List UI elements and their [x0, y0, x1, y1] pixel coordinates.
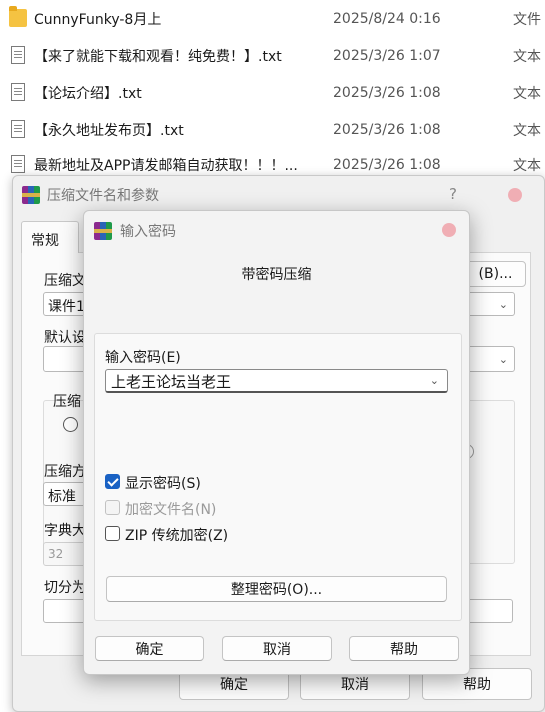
format-radio[interactable] [63, 417, 78, 432]
dialog-title: 输入密码 [120, 224, 176, 240]
file-type: 文本 [513, 157, 541, 174]
file-date: 2025/3/26 1:08 [333, 156, 441, 173]
file-date: 2025/3/26 1:08 [333, 121, 441, 138]
zip-legacy-label[interactable]: ZIP 传统加密(Z) [125, 525, 228, 545]
archive-name-value: 课件1 [48, 299, 85, 315]
enter-password-dialog: 输入密码 带密码压缩 输入密码(E) 上老王论坛当老王 ⌄ 显示密码(S) 加密… [83, 210, 470, 675]
file-type: 文本 [513, 48, 541, 65]
ok-button[interactable]: 确定 [95, 636, 204, 661]
browse-button[interactable]: (B)... [465, 261, 526, 287]
close-icon[interactable] [508, 188, 522, 202]
close-icon[interactable] [442, 223, 456, 237]
password-input[interactable]: 上老王论坛当老王 ⌄ [105, 369, 448, 393]
format-label: 压缩 [53, 394, 81, 410]
text-file-icon [11, 155, 25, 173]
file-date: 2025/8/24 0:16 [333, 10, 441, 27]
file-date: 2025/3/26 1:08 [333, 84, 441, 101]
default-profile-label: 默认设 [44, 330, 86, 346]
file-row[interactable]: 【来了就能下载和观看！纯免费！】.txt 2025/3/26 1:07 文本 [0, 37, 545, 74]
winrar-icon [22, 186, 40, 204]
cancel-button[interactable]: 取消 [222, 636, 332, 661]
password-value: 上老王论坛当老王 [111, 373, 232, 391]
dialog-heading: 带密码压缩 [241, 267, 312, 283]
file-type: 文本 [513, 85, 541, 102]
dialog-title: 压缩文件名和参数 [47, 188, 159, 204]
chevron-down-icon[interactable]: ⌄ [499, 298, 508, 311]
chevron-down-icon[interactable]: ⌄ [499, 353, 508, 366]
file-name: 【来了就能下载和观看！纯免费！】.txt [34, 48, 282, 65]
dialog-titlebar[interactable]: 压缩文件名和参数 ? [13, 176, 544, 214]
dictionary-value: 32 [48, 547, 64, 561]
archive-name-label: 压缩文 [44, 273, 86, 289]
help-button[interactable]: 帮助 [349, 636, 459, 661]
text-file-icon [11, 83, 25, 101]
file-row[interactable]: 【论坛介绍】.txt 2025/3/26 1:08 文本 [0, 74, 545, 111]
file-name: CunnyFunky-8月上 [34, 11, 162, 28]
method-value: 标准 [48, 489, 76, 505]
method-label: 压缩方 [44, 464, 86, 480]
encrypt-names-checkbox[interactable] [105, 500, 120, 515]
text-file-icon [11, 120, 25, 138]
split-label: 切分为 [44, 580, 86, 596]
file-row[interactable]: 【永久地址发布页】.txt 2025/3/26 1:08 文本 [0, 111, 545, 148]
zip-legacy-checkbox[interactable] [105, 526, 120, 541]
text-file-icon [11, 46, 25, 64]
show-password-label[interactable]: 显示密码(S) [125, 473, 201, 493]
file-type: 文件 [513, 11, 541, 28]
file-name: 【永久地址发布页】.txt [34, 122, 184, 139]
tab-general[interactable]: 常规 [21, 221, 79, 253]
dictionary-label: 字典大 [44, 523, 86, 539]
file-name: 【论坛介绍】.txt [34, 85, 142, 102]
help-icon[interactable]: ? [449, 185, 457, 203]
winrar-icon [94, 222, 112, 240]
password-label: 输入密码(E) [105, 350, 181, 366]
show-password-checkbox[interactable] [105, 474, 120, 489]
file-name: 最新地址及APP请发邮箱自动获取！！！... [34, 157, 298, 174]
file-row[interactable]: CunnyFunky-8月上 2025/8/24 0:16 文件 [0, 0, 545, 37]
file-date: 2025/3/26 1:07 [333, 47, 441, 64]
organize-passwords-button[interactable]: 整理密码(O)... [106, 576, 447, 602]
folder-icon [9, 6, 27, 27]
file-type: 文本 [513, 122, 541, 139]
chevron-down-icon[interactable]: ⌄ [430, 374, 439, 387]
encrypt-names-label: 加密文件名(N) [125, 502, 217, 518]
